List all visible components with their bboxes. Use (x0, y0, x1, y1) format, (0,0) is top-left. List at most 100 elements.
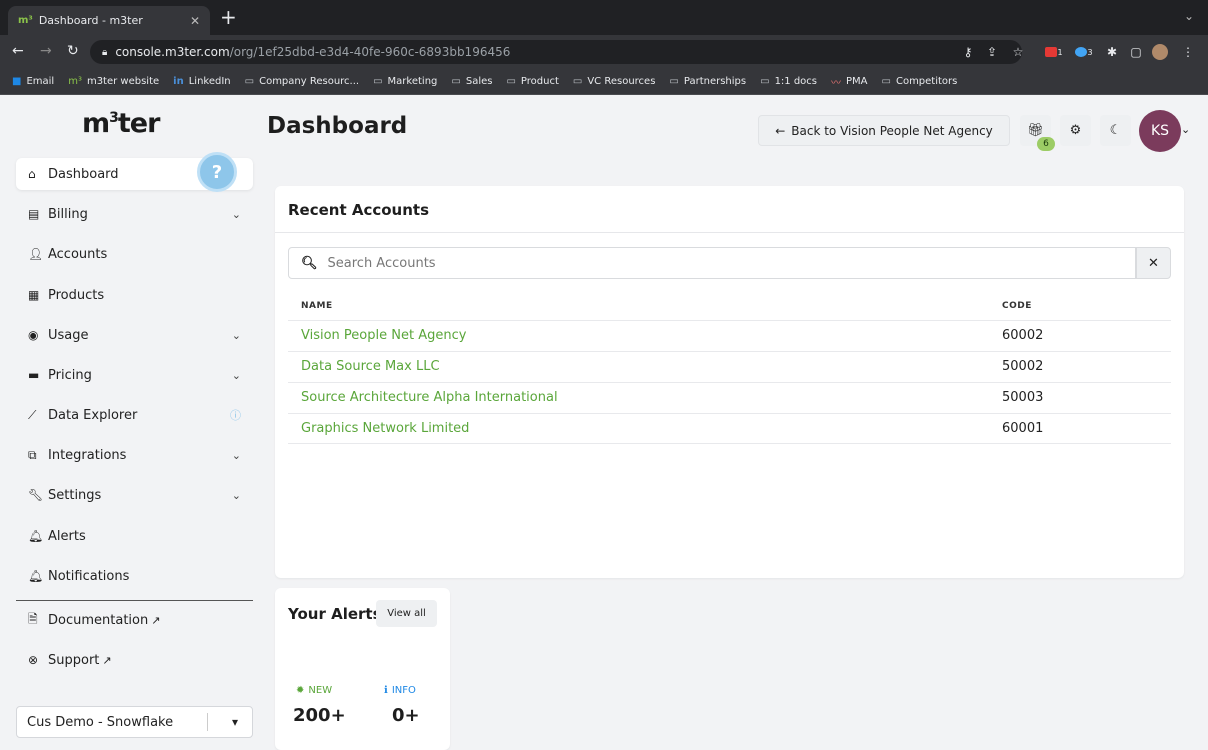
browser-tab[interactable]: m³ Dashboard - m3ter ✕ (8, 6, 210, 35)
sidebar-item-notifications[interactable]: 🔔︎ Notifications (16, 560, 253, 592)
user-avatar[interactable]: KS (1139, 110, 1181, 152)
chevron-down-icon: ⌄ (231, 207, 241, 221)
search-accounts-input[interactable] (327, 255, 1088, 271)
folder-icon: ▭ (881, 76, 891, 87)
org-select[interactable]: Cus Demo - Snowflake ▾ (16, 706, 253, 738)
sidebar-item-label: Data Explorer (48, 407, 138, 423)
bookmark-company-resources[interactable]: ▭ Company Resourc... (245, 76, 359, 87)
account-code: 60001 (1002, 421, 1044, 436)
column-header-code: CODE (1002, 301, 1032, 311)
table-row: Graphics Network Limited 60001 (288, 413, 1171, 444)
info-icon[interactable]: ⓘ (230, 407, 241, 423)
tab-search-chevron-icon[interactable]: ⌄ (1184, 9, 1194, 23)
address-bar[interactable]: 🔒︎ console.m3ter.com /org/1ef25dbd-e3d4-… (90, 40, 1022, 64)
sidebar-item-settings[interactable]: 🔧︎ Settings ⌄ (16, 479, 253, 511)
sidebar-item-products[interactable]: ▦ Products (16, 279, 253, 311)
sidebar-item-label: Support (48, 652, 100, 668)
document-icon: 🗎︎ (28, 611, 38, 626)
new-badge-icon: ✹ (296, 685, 305, 696)
info-alerts-label: ℹ INFO (384, 685, 416, 696)
gauge-icon: ◉ (28, 328, 39, 342)
sidebar-item-label: Products (48, 287, 105, 303)
select-separator (207, 713, 208, 731)
bookmark-product[interactable]: ▭ Product (506, 76, 558, 87)
account-code: 50002 (1002, 359, 1044, 374)
account-name-link[interactable]: Source Architecture Alpha International (301, 390, 558, 405)
extension-red-icon[interactable]: 1 (1044, 42, 1064, 62)
folder-icon: ▭ (669, 76, 679, 87)
extension-blue-icon[interactable]: 3 (1074, 42, 1094, 62)
external-link-icon: ↗ (151, 613, 161, 627)
folder-icon: ▭ (760, 76, 770, 87)
reload-icon[interactable]: ↻ (67, 43, 79, 59)
home-icon: ⌂ (28, 167, 36, 181)
search-box: 🔍︎ (288, 247, 1136, 279)
browser-menu-icon[interactable]: ⋮ (1180, 42, 1196, 62)
dark-mode-toggle[interactable]: ☾ (1100, 115, 1131, 146)
account-name-link[interactable]: Vision People Net Agency (301, 328, 466, 343)
sidebar-item-data-explorer[interactable]: ⟋ Data Explorer ⓘ (16, 399, 253, 431)
extensions-puzzle-icon[interactable]: ✱ (1104, 42, 1120, 62)
bookmark-1-1-docs[interactable]: ▭ 1:1 docs (760, 76, 817, 87)
view-all-alerts-button[interactable]: View all (376, 600, 437, 627)
chevron-down-icon[interactable]: ⌄ (1181, 123, 1190, 136)
key-icon[interactable]: ⚷ (960, 42, 976, 62)
chevron-down-icon: ⌄ (231, 448, 241, 462)
profile-avatar-icon[interactable] (1150, 42, 1170, 62)
lifebuoy-icon: ⊗ (28, 653, 39, 667)
sidebar-item-support[interactable]: ⊗ Support ↗ (16, 644, 253, 676)
sidebar-item-billing[interactable]: ▤ Billing ⌄ (16, 198, 253, 230)
share-icon[interactable]: ⇪ (984, 42, 1000, 62)
close-tab-icon[interactable]: ✕ (190, 14, 200, 28)
outlook-icon: ■ (12, 76, 22, 87)
gift-count-badge: 6 (1037, 137, 1055, 151)
account-name-link[interactable]: Graphics Network Limited (301, 421, 469, 436)
bookmark-star-icon[interactable]: ☆ (1010, 42, 1026, 62)
bookmark-pma[interactable]: 〰 PMA (831, 74, 868, 89)
new-alerts-label: ✹ NEW (296, 685, 333, 696)
folder-icon: ▭ (373, 76, 383, 87)
bookmark-m3ter-website[interactable]: m³ m3ter website (68, 76, 159, 87)
column-header-name: NAME (301, 301, 333, 311)
bookmark-email[interactable]: ■ Email (12, 76, 54, 87)
bookmark-marketing[interactable]: ▭ Marketing (373, 76, 437, 87)
bookmark-partnerships[interactable]: ▭ Partnerships (669, 76, 746, 87)
sidebar-item-documentation[interactable]: 🗎︎ Documentation ↗ (16, 604, 253, 636)
account-name-link[interactable]: Data Source Max LLC (301, 359, 440, 374)
close-icon: ✕ (1148, 255, 1159, 271)
bell-icon: 🔔︎ (28, 569, 44, 583)
new-tab-icon[interactable]: + (220, 5, 237, 29)
forward-arrow-icon[interactable]: → (40, 43, 52, 59)
bookmark-vc-resources[interactable]: ▭ VC Resources (573, 76, 656, 87)
back-to-account-button[interactable]: ← Back to Vision People Net Agency (758, 115, 1010, 146)
clear-search-button[interactable]: ✕ (1136, 247, 1171, 279)
bookmark-linkedin[interactable]: in LinkedIn (173, 76, 230, 87)
bookmark-sales[interactable]: ▭ Sales (451, 76, 492, 87)
sidebar-item-pricing[interactable]: ▬ Pricing ⌄ (16, 359, 253, 391)
m3ter-favicon-icon: m³ (18, 15, 33, 26)
moon-icon: ☾ (1109, 123, 1122, 138)
account-code: 50003 (1002, 390, 1044, 405)
info-icon: ℹ (384, 685, 388, 696)
sidebar-item-integrations[interactable]: ⧉ Integrations ⌄ (16, 439, 253, 471)
sidebar-item-label: Accounts (48, 246, 108, 262)
sidebar-item-label: Notifications (48, 568, 130, 584)
settings-button[interactable]: ⚙ (1060, 115, 1091, 146)
sidepanel-icon[interactable]: ▢ (1128, 42, 1144, 62)
sidebar-item-accounts[interactable]: 👤︎ Accounts (16, 238, 253, 270)
help-bubble-icon[interactable]: ? (197, 152, 237, 192)
card-divider (275, 232, 1184, 233)
lock-icon: 🔒︎ (102, 46, 108, 58)
url-host: console.m3ter.com (115, 45, 230, 59)
sidebar-item-label: Alerts (48, 528, 86, 544)
table-row: Vision People Net Agency 60002 (288, 320, 1171, 351)
chevron-down-icon: ⌄ (231, 488, 241, 502)
back-arrow-icon[interactable]: ← (12, 43, 24, 59)
external-link-icon: ↗ (102, 653, 112, 667)
sidebar-item-alerts[interactable]: 🔔︎ Alerts (16, 520, 253, 552)
m3ter-logo[interactable]: m3ter (82, 108, 160, 139)
sidebar-item-usage[interactable]: ◉ Usage ⌄ (16, 319, 253, 351)
billing-icon: ▤ (28, 207, 40, 221)
bookmark-competitors[interactable]: ▭ Competitors (882, 76, 958, 87)
table-row: Data Source Max LLC 50002 (288, 351, 1171, 382)
